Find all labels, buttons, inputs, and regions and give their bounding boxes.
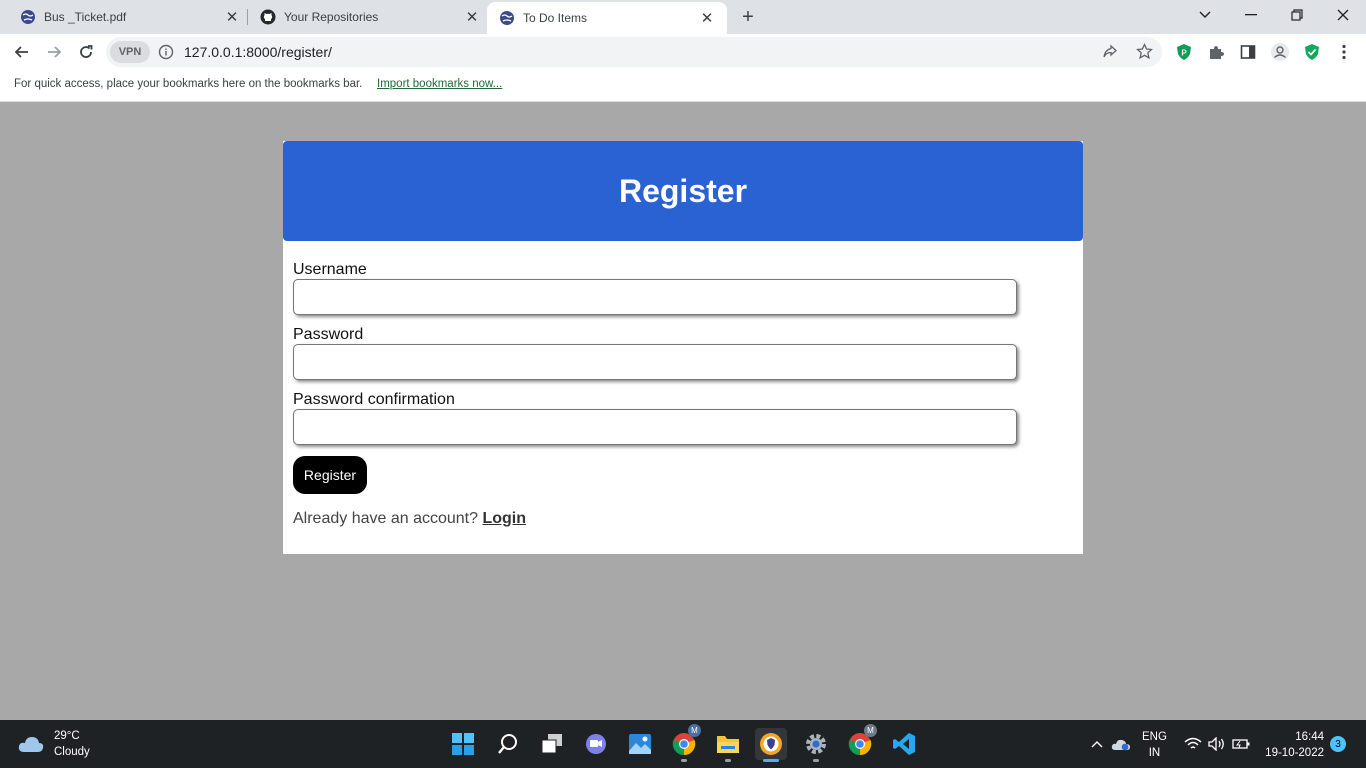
globe-icon bbox=[20, 9, 36, 25]
running-indicator bbox=[813, 759, 819, 762]
back-icon[interactable] bbox=[10, 40, 34, 64]
share-icon[interactable] bbox=[1102, 44, 1118, 60]
register-button[interactable]: Register bbox=[293, 456, 367, 494]
login-prompt: Already have an account? Login bbox=[293, 510, 526, 528]
battery-icon[interactable] bbox=[1231, 734, 1251, 754]
language-indicator[interactable]: ENG IN bbox=[1142, 729, 1167, 761]
password-label: Password bbox=[293, 326, 364, 343]
search-icon bbox=[498, 734, 517, 754]
password-input[interactable] bbox=[293, 344, 1017, 380]
extension-p-icon[interactable]: P bbox=[1172, 40, 1196, 64]
system-clock[interactable]: 16:44 19-10-2022 bbox=[1262, 729, 1324, 761]
password-confirmation-label: Password confirmation bbox=[293, 391, 455, 408]
import-bookmarks-link[interactable]: Import bookmarks now... bbox=[377, 78, 502, 90]
photos-icon bbox=[629, 734, 651, 754]
taskbar: 29°C Cloudy M M ENG IN 16:44 19-10-2022 … bbox=[0, 720, 1366, 768]
profile-badge: M bbox=[688, 724, 701, 737]
wifi-icon[interactable] bbox=[1183, 734, 1203, 754]
brave-icon bbox=[760, 733, 782, 755]
chrome-profile-taskbar-button[interactable]: M bbox=[844, 724, 877, 760]
extensions-puzzle-icon[interactable] bbox=[1204, 40, 1228, 64]
username-input[interactable] bbox=[293, 279, 1017, 315]
photos-app-button[interactable] bbox=[624, 728, 656, 760]
side-panel-icon[interactable] bbox=[1236, 40, 1260, 64]
info-icon[interactable] bbox=[158, 44, 174, 60]
register-card: Register Username Password Password conf… bbox=[283, 141, 1083, 554]
onedrive-icon[interactable] bbox=[1111, 734, 1131, 754]
weather-temperature: 29°C bbox=[54, 730, 80, 742]
chrome-taskbar-button[interactable]: M bbox=[668, 724, 701, 762]
vpn-badge[interactable]: VPN bbox=[110, 41, 150, 63]
start-button[interactable] bbox=[447, 728, 479, 760]
tab-your-repositories[interactable]: Your Repositories ✕ bbox=[240, 0, 488, 34]
chat-button[interactable] bbox=[580, 728, 612, 760]
security-shield-icon[interactable] bbox=[1300, 40, 1324, 64]
notification-badge[interactable]: 3 bbox=[1330, 736, 1346, 752]
windows-icon bbox=[452, 733, 474, 755]
file-explorer-button[interactable] bbox=[712, 728, 744, 762]
show-hidden-icons-icon[interactable] bbox=[1087, 734, 1107, 754]
close-tab-icon[interactable]: ✕ bbox=[464, 9, 480, 26]
vscode-icon bbox=[893, 733, 915, 755]
minimize-icon[interactable] bbox=[1228, 0, 1274, 30]
close-tab-icon[interactable]: ✕ bbox=[699, 10, 715, 27]
svg-text:P: P bbox=[1181, 49, 1187, 58]
tab-bus-ticket[interactable]: Bus _Ticket.pdf ✕ bbox=[0, 0, 248, 34]
weather-description: Cloudy bbox=[54, 746, 90, 758]
tab-title: Bus _Ticket.pdf bbox=[44, 10, 127, 24]
brave-taskbar-button[interactable] bbox=[755, 728, 787, 762]
close-window-icon[interactable] bbox=[1320, 0, 1366, 30]
volume-icon[interactable] bbox=[1207, 734, 1227, 754]
language-code: ENG bbox=[1142, 731, 1167, 743]
cloud-icon bbox=[18, 737, 44, 752]
gear-icon bbox=[806, 734, 826, 754]
task-view-icon bbox=[541, 734, 562, 754]
restore-icon[interactable] bbox=[1274, 0, 1320, 30]
reload-icon[interactable] bbox=[74, 40, 98, 64]
url-text[interactable]: 127.0.0.1:8000/register/ bbox=[184, 37, 332, 67]
register-header: Register bbox=[283, 141, 1083, 241]
tab-title: Your Repositories bbox=[284, 10, 379, 24]
profile-badge: M bbox=[864, 724, 877, 737]
password-confirmation-input[interactable] bbox=[293, 409, 1017, 445]
tab-to-do-items[interactable]: To Do Items ✕ bbox=[487, 2, 727, 34]
weather-widget[interactable]: 29°C Cloudy bbox=[18, 728, 90, 760]
close-tab-icon[interactable]: ✕ bbox=[224, 9, 240, 26]
task-view-button[interactable] bbox=[536, 728, 568, 760]
forward-icon[interactable] bbox=[42, 40, 66, 64]
login-prompt-text: Already have an account? bbox=[293, 510, 479, 527]
clock-time: 16:44 bbox=[1295, 731, 1324, 743]
clock-date: 19-10-2022 bbox=[1265, 747, 1324, 759]
username-label: Username bbox=[293, 261, 367, 278]
vscode-taskbar-button[interactable] bbox=[888, 728, 920, 760]
page-title: Register bbox=[618, 172, 748, 209]
active-indicator bbox=[763, 759, 779, 762]
more-menu-icon[interactable] bbox=[1332, 40, 1356, 64]
bookmarks-prompt: For quick access, place your bookmarks h… bbox=[14, 78, 363, 90]
browser-toolbar: VPN 127.0.0.1:8000/register/ P bbox=[0, 34, 1366, 70]
login-link[interactable]: Login bbox=[482, 510, 526, 527]
profile-icon[interactable] bbox=[1268, 40, 1292, 64]
github-icon bbox=[260, 9, 276, 25]
tab-strip: Bus _Ticket.pdf ✕ Your Repositories ✕ To… bbox=[0, 0, 1366, 34]
bookmarks-bar: For quick access, place your bookmarks h… bbox=[0, 70, 1366, 102]
new-tab-icon[interactable]: + bbox=[737, 6, 759, 28]
folder-icon bbox=[717, 736, 739, 753]
language-region: IN bbox=[1148, 747, 1161, 759]
globe-icon bbox=[499, 10, 515, 26]
address-bar[interactable]: VPN 127.0.0.1:8000/register/ bbox=[106, 37, 1162, 67]
chat-icon bbox=[586, 734, 606, 754]
running-indicator bbox=[725, 759, 731, 762]
tab-search-icon[interactable] bbox=[1182, 0, 1228, 30]
bookmark-star-icon[interactable] bbox=[1136, 43, 1153, 60]
settings-taskbar-button[interactable] bbox=[800, 728, 832, 762]
taskbar-search-button[interactable] bbox=[492, 728, 524, 760]
tab-title: To Do Items bbox=[523, 11, 588, 25]
running-indicator bbox=[681, 759, 687, 762]
